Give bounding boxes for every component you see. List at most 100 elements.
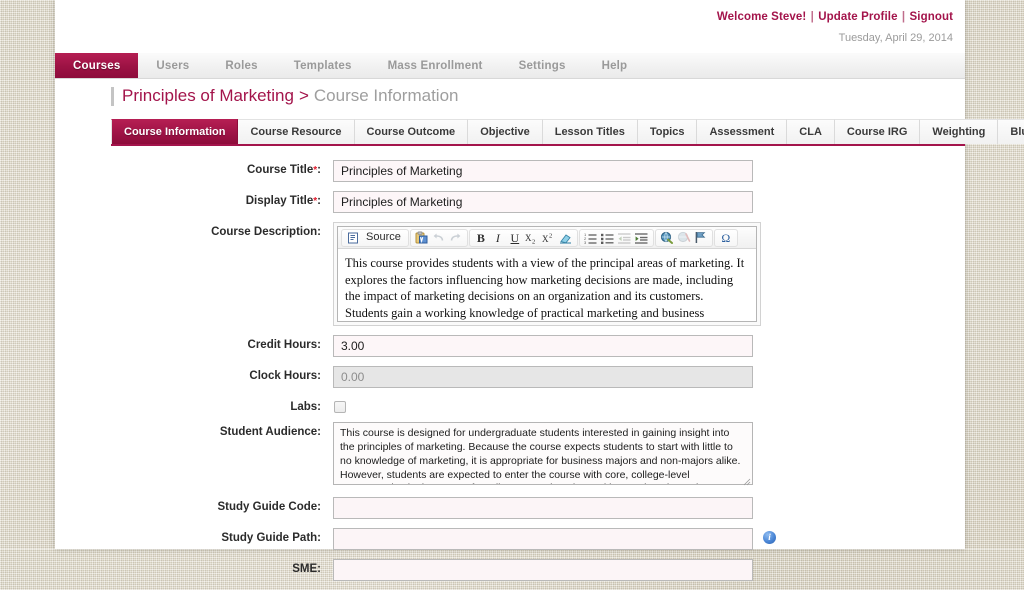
separator-1: | — [810, 11, 814, 23]
subscript-icon[interactable]: X2 — [524, 230, 540, 246]
label-student-audience: Student Audience: — [219, 426, 321, 438]
labs-checkbox[interactable] — [334, 401, 346, 413]
label-display-title-text: Display Title — [245, 195, 314, 207]
editor-toolbar: Source B I U X 2 X 2 1 2 3 Ω — [338, 227, 756, 249]
tab-topics[interactable]: Topics — [637, 119, 698, 144]
nav-item-mass-enrollment[interactable]: Mass Enrollment — [370, 53, 501, 78]
underline-icon[interactable]: U — [507, 230, 523, 246]
tab-assessment[interactable]: Assessment — [697, 119, 788, 144]
svg-text:3: 3 — [584, 240, 587, 244]
svg-text:X: X — [542, 234, 549, 244]
breadcrumb-arrow: > — [298, 86, 309, 105]
label-sme: SME: — [292, 563, 321, 575]
breadcrumb-accent-bar — [111, 86, 114, 106]
row-credit-hours: Credit Hours: — [55, 335, 965, 357]
row-course-description: Course Description: Source B I U X 2 X 2… — [55, 222, 965, 326]
label-labs: Labs: — [290, 401, 321, 413]
row-course-title: Course Title*: — [55, 160, 965, 182]
row-clock-hours: Clock Hours: — [55, 366, 965, 388]
course-title-input[interactable] — [333, 160, 753, 182]
label-course-description: Course Description: — [211, 226, 321, 238]
bold-icon[interactable]: B — [473, 230, 489, 246]
label-course-title: Course Title*: — [55, 160, 333, 176]
outdent-icon[interactable] — [617, 230, 633, 246]
current-date: Tuesday, April 29, 2014 — [838, 31, 953, 44]
editor-group-paragraph: 123 — [578, 228, 654, 247]
nav-item-templates[interactable]: Templates — [276, 53, 370, 78]
colon-course-title: : — [317, 164, 321, 176]
source-label[interactable]: Source — [362, 230, 405, 246]
paste-from-word-icon[interactable] — [414, 230, 430, 246]
study-guide-code-input[interactable] — [333, 497, 753, 519]
svg-text:2: 2 — [549, 232, 552, 239]
link-icon[interactable] — [659, 230, 675, 246]
tab-lesson-titles[interactable]: Lesson Titles — [542, 119, 638, 144]
study-guide-path-input[interactable] — [333, 528, 753, 550]
row-study-guide-code: Study Guide Code: — [55, 497, 965, 519]
main-navigation: Courses Users Roles Templates Mass Enrol… — [55, 53, 965, 79]
italic-icon[interactable]: I — [490, 230, 506, 246]
page-container: Welcome Steve! | Update Profile | Signou… — [55, 0, 1024, 581]
editor-group-document: Source — [341, 228, 409, 247]
editor-group-clipboard — [409, 228, 468, 247]
display-title-input[interactable] — [333, 191, 753, 213]
course-description-editor: Source B I U X 2 X 2 1 2 3 Ω This course… — [337, 226, 757, 322]
breadcrumb-course-link[interactable]: Principles of Marketing — [122, 86, 294, 106]
label-study-guide-path: Study Guide Path: — [221, 532, 321, 544]
remove-format-icon[interactable] — [558, 230, 574, 246]
tab-objective[interactable]: Objective — [468, 119, 543, 144]
breadcrumb: Principles of Marketing > Course Informa… — [111, 86, 458, 106]
redo-icon[interactable] — [448, 230, 464, 246]
row-study-guide-path: Study Guide Path: i — [55, 528, 965, 550]
tab-weighting[interactable]: Weighting — [920, 119, 999, 144]
bulleted-list-icon[interactable] — [600, 230, 616, 246]
nav-item-help[interactable]: Help — [584, 53, 646, 78]
separator-2: | — [901, 11, 906, 23]
row-labs: Labs: — [55, 397, 965, 413]
label-study-guide-code: Study Guide Code: — [217, 501, 322, 513]
label-clock-hours: Clock Hours: — [249, 370, 321, 382]
nav-item-courses[interactable]: Courses — [55, 53, 139, 78]
signout-link[interactable]: Signout — [910, 11, 954, 23]
info-icon[interactable]: i — [763, 531, 776, 544]
tab-course-irg[interactable]: Course IRG — [834, 119, 921, 144]
student-audience-textarea[interactable]: This course is designed for undergraduat… — [333, 422, 753, 485]
indent-icon[interactable] — [634, 230, 650, 246]
label-credit-hours: Credit Hours: — [247, 339, 321, 351]
editor-group-basic-styles: B I U X2 X2 — [468, 228, 578, 247]
label-course-title-text: Course Title — [247, 164, 314, 176]
row-sme: SME: — [55, 559, 965, 581]
row-student-audience: Student Audience: This course is designe… — [55, 422, 965, 488]
tab-course-outcome[interactable]: Course Outcome — [354, 119, 469, 144]
svg-text:X: X — [525, 233, 532, 243]
superscript-icon[interactable]: X2 — [541, 230, 557, 246]
unlink-icon[interactable] — [676, 230, 692, 246]
undo-icon[interactable] — [431, 230, 447, 246]
student-audience-holder: This course is designed for undergraduat… — [333, 422, 753, 488]
editor-group-links — [654, 228, 713, 247]
update-profile-link[interactable]: Update Profile — [818, 11, 897, 23]
label-display-title: Display Title*: — [55, 191, 333, 207]
source-view-icon[interactable] — [345, 230, 361, 246]
sub-tab-strip: Course Information Course Resource Cours… — [111, 119, 1024, 146]
anchor-icon[interactable] — [693, 230, 709, 246]
numbered-list-icon[interactable]: 123 — [583, 230, 599, 246]
tab-course-resource[interactable]: Course Resource — [238, 119, 355, 144]
course-description-text[interactable]: This course provides students with a vie… — [338, 249, 756, 321]
nav-item-users[interactable]: Users — [138, 53, 207, 78]
sme-input[interactable] — [333, 559, 753, 581]
special-character-icon[interactable]: Ω — [718, 230, 734, 246]
nav-item-roles[interactable]: Roles — [207, 53, 275, 78]
row-display-title: Display Title*: — [55, 191, 965, 213]
course-description-editor-wrapper: Source B I U X 2 X 2 1 2 3 Ω This course… — [333, 222, 761, 326]
tab-blueprint[interactable]: Blueprint — [998, 119, 1024, 144]
colon-display-title: : — [317, 195, 321, 207]
welcome-links: Welcome Steve! | Update Profile | Signou… — [55, 10, 953, 26]
welcome-text: Welcome Steve! — [716, 11, 807, 23]
tab-course-information[interactable]: Course Information — [111, 119, 239, 144]
editor-group-insert: Ω — [713, 228, 738, 247]
nav-item-settings[interactable]: Settings — [501, 53, 584, 78]
credit-hours-input[interactable] — [333, 335, 753, 357]
tab-cla[interactable]: CLA — [787, 119, 835, 144]
clock-hours-input — [333, 366, 753, 388]
